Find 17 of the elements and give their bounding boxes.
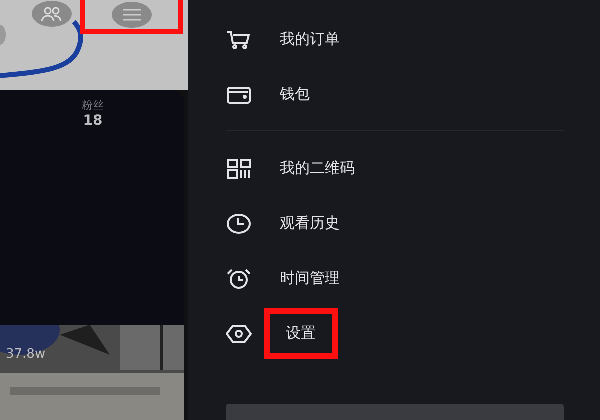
menu-item[interactable]: 时间管理: [280, 269, 340, 288]
alarm-clock-icon: [226, 268, 252, 290]
menu-item[interactable]: 我的二维码: [280, 159, 355, 178]
qr-code-icon: [226, 158, 252, 180]
people-icon: [41, 6, 63, 22]
menu-button[interactable]: [80, 0, 183, 34]
stat-value: 18: [83, 113, 103, 129]
menu-item[interactable]: 我的订单: [280, 30, 340, 49]
view-count: 37.8w: [6, 347, 46, 362]
settings-icon: [226, 322, 252, 344]
menu-icon: [122, 8, 140, 20]
menu-item[interactable]: 设置: [264, 308, 338, 359]
menu-item[interactable]: 钱包: [280, 85, 310, 104]
menu-item[interactable]: 观看历史: [280, 214, 340, 233]
clock-icon: [226, 212, 252, 234]
stat-label: 粉丝: [82, 98, 104, 113]
cart-icon: [226, 28, 252, 50]
